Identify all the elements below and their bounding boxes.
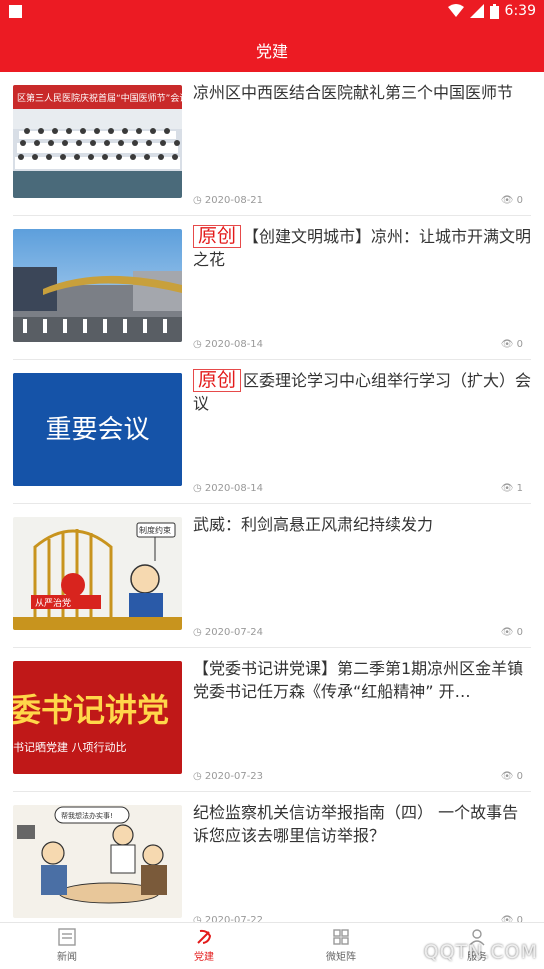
party-emblem-icon [197, 929, 212, 944]
eye-icon: 👁 [500, 483, 517, 494]
article-title[interactable]: 原创 区委理论学习中心组举行学习（扩大）会议 [193, 369, 533, 415]
article-title[interactable]: 凉州区中西医结合医院献礼第三个中国医师节 [193, 81, 533, 104]
clock-icon: ◷ [193, 483, 205, 494]
bottom-tab-bar: 新闻 党建 微矩阵 服务 QQTN.COM [0, 922, 544, 969]
article-title[interactable]: 【党委书记讲党课】第二季第1期凉州区金羊镇党委书记任万森《传承“红船精神” 开… [193, 657, 533, 703]
eye-icon: 👁 [500, 627, 517, 638]
tab-news[interactable]: 新闻 [22, 928, 112, 963]
banner-big-text: 委书记讲党 [13, 691, 169, 729]
article-title-text: 【党委书记讲党课】第二季第1期凉州区金羊镇党委书记任万森《传承“红船精神” 开… [193, 659, 524, 701]
battery-icon [489, 3, 499, 19]
article-date: ◷ 2020-08-21 [193, 195, 264, 206]
clock-icon: ◷ [193, 771, 205, 782]
tab-micro-matrix[interactable]: 微矩阵 [296, 928, 386, 963]
list-item[interactable]: 从严治党 制度约束 武威：利剑高悬正风肃纪持续发力 ◷ 2020-07-24 👁… [0, 504, 544, 648]
article-thumbnail [13, 229, 182, 342]
banner-text: 区第三人民医院庆祝首届“中国医师节”会议 [17, 92, 182, 104]
meeting-label: 重要会议 [45, 415, 149, 445]
clock-icon: ◷ [193, 195, 205, 206]
status-bar: 6:39 [0, 0, 544, 24]
article-title[interactable]: 原创 【创建文明城市】凉州：让城市开满文明之花 [193, 225, 533, 271]
article-title-text: 区委理论学习中心组举行学习（扩大）会议 [193, 371, 532, 413]
list-item[interactable]: 委书记讲党 书记晒党建 八项行动比 【党委书记讲党课】第二季第1期凉州区金羊镇党… [0, 648, 544, 792]
page-title: 党建 [255, 42, 288, 61]
article-date: ◷ 2020-08-14 [193, 483, 264, 494]
status-time: 6:39 [504, 3, 536, 19]
list-item[interactable]: 帮我想法办实事! 纪检监察机关信访举报指南（四） 一个故事告诉您应该去哪里信访举… [0, 792, 544, 936]
clock-icon: ◷ [193, 627, 205, 638]
article-title-text: 武威：利剑高悬正风肃纪持续发力 [193, 515, 434, 534]
article-title[interactable]: 武威：利剑高悬正风肃纪持续发力 [193, 513, 533, 536]
news-icon [58, 928, 76, 946]
eye-icon: 👁 [500, 339, 517, 350]
article-date: ◷ 2020-07-24 [193, 627, 264, 638]
app-bar: 党建 [0, 24, 544, 72]
article-date: ◷ 2020-08-14 [193, 339, 264, 350]
article-thumbnail: 帮我想法办实事! [13, 805, 182, 918]
sign-label: 制度约束 [139, 525, 171, 535]
article-date: ◷ 2020-07-23 [193, 771, 264, 782]
cage-label: 从严治党 [35, 597, 71, 609]
tab-party-building[interactable]: 党建 [159, 928, 249, 963]
article-title-text: 凉州区中西医结合医院献礼第三个中国医师节 [193, 83, 514, 102]
article-views: 👁 0 [500, 771, 523, 782]
original-tag: 原创 [193, 369, 242, 392]
article-thumbnail: 区第三人民医院庆祝首届“中国医师节”会议 [13, 85, 182, 198]
signal-icon [469, 4, 484, 18]
article-views: 👁 1 [500, 483, 523, 494]
speech-bubble-text: 帮我想法办实事! [61, 811, 113, 820]
article-thumbnail: 重要会议 [13, 373, 182, 486]
list-item[interactable]: 区第三人民医院庆祝首届“中国医师节”会议 凉州区中西医结合医院献礼第三个中国医师… [0, 72, 544, 216]
article-title-text: 【创建文明城市】凉州：让城市开满文明之花 [193, 227, 532, 269]
original-tag: 原创 [193, 225, 242, 248]
banner-small-text: 书记晒党建 八项行动比 [13, 740, 127, 754]
clock-icon: ◷ [193, 339, 205, 350]
article-title-text: 纪检监察机关信访举报指南（四） 一个故事告诉您应该去哪里信访举报？ [193, 803, 519, 845]
wifi-icon [447, 4, 464, 17]
article-title[interactable]: 纪检监察机关信访举报指南（四） 一个故事告诉您应该去哪里信访举报？ [193, 801, 533, 847]
article-views: 👁 0 [500, 339, 523, 350]
eye-icon: 👁 [500, 771, 517, 782]
notification-icon [9, 5, 22, 18]
list-item[interactable]: 原创 【创建文明城市】凉州：让城市开满文明之花 ◷ 2020-08-14 👁 0 [0, 216, 544, 360]
watermark: QQTN.COM [423, 941, 538, 963]
eye-icon: 👁 [500, 195, 517, 206]
article-thumbnail: 委书记讲党 书记晒党建 八项行动比 [13, 661, 182, 774]
article-thumbnail: 从严治党 制度约束 [13, 517, 182, 630]
grid-icon [333, 929, 349, 945]
article-views: 👁 0 [500, 195, 523, 206]
article-views: 👁 0 [500, 627, 523, 638]
list-item[interactable]: 重要会议 原创 区委理论学习中心组举行学习（扩大）会议 ◷ 2020-08-14 … [0, 360, 544, 504]
